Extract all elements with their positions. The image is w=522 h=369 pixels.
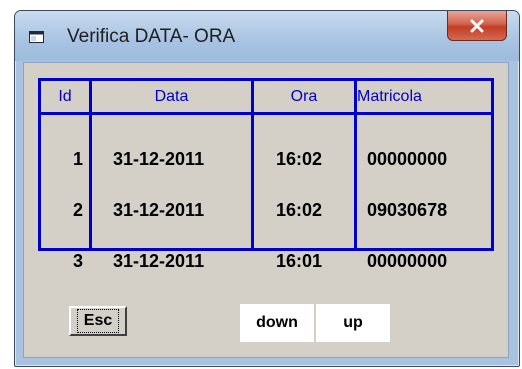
column-header-matricola: Matricola: [357, 88, 422, 105]
cell-id: 1: [72, 149, 83, 169]
cell-data: 31-12-2011: [113, 149, 205, 169]
close-button[interactable]: [447, 11, 507, 41]
cell-id: 2: [72, 200, 83, 220]
cell-ora: 16:02: [276, 200, 323, 220]
up-button[interactable]: up: [316, 304, 390, 342]
cell-id: 3: [72, 251, 83, 271]
down-button[interactable]: down: [240, 304, 315, 342]
dialog-window: Verifica DATA- ORA Id Data Ora Matricola…: [14, 10, 520, 367]
records-grid[interactable]: Id Data Ora Matricola 1 2 3 31-12-2011 3…: [38, 78, 494, 270]
column-id: 1 2 3: [41, 117, 83, 304]
column-data: 31-12-2011 31-12-2011 31-12-2011: [113, 117, 204, 304]
grid-header-divider: [41, 112, 491, 115]
esc-button[interactable]: Esc: [69, 306, 127, 336]
column-header-ora: Ora: [290, 88, 318, 105]
title-bar[interactable]: Verifica DATA- ORA: [15, 11, 519, 61]
cell-ora: 16:02: [276, 149, 323, 169]
cell-data: 31-12-2011: [113, 200, 205, 220]
window-app-icon: [29, 31, 44, 43]
column-matricola: 00000000 09030678 00000000: [367, 117, 447, 304]
column-header-id: Id: [58, 88, 72, 105]
column-ora: 16:02 16:02 16:01: [276, 117, 322, 304]
esc-button-label: Esc: [76, 309, 120, 333]
cell-data: 31-12-2011: [113, 251, 205, 271]
client-area: Id Data Ora Matricola 1 2 3 31-12-2011 3…: [23, 62, 509, 358]
cell-matricola: 00000000: [367, 149, 448, 169]
column-header-data: Data: [154, 88, 189, 105]
cell-ora: 16:01: [276, 251, 323, 271]
cell-matricola: 09030678: [367, 200, 448, 220]
close-icon: [470, 19, 484, 32]
cell-matricola: 00000000: [367, 251, 448, 271]
window-title: Verifica DATA- ORA: [67, 26, 236, 47]
